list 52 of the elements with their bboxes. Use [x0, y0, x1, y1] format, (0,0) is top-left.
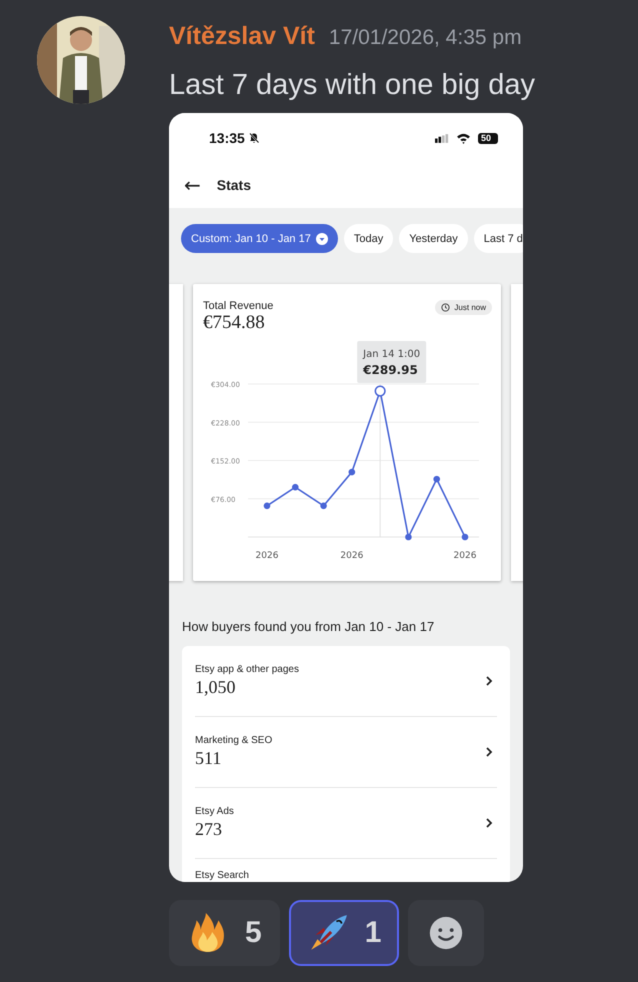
x-tick-label: 2026 — [340, 551, 364, 561]
card-title: Total Revenue — [203, 300, 274, 312]
author-name[interactable]: Vítězslav Vít — [169, 22, 315, 51]
data-point[interactable] — [348, 468, 356, 476]
screenshot-attachment[interactable] — [169, 113, 523, 882]
dropdown-icon — [316, 232, 328, 244]
data-point[interactable] — [462, 534, 468, 540]
source-label: Etsy Search — [195, 870, 249, 881]
status-time: 13:35 — [209, 130, 245, 146]
clock-icon — [441, 303, 450, 312]
reaction-count: 5 — [245, 916, 262, 950]
signal-icon — [434, 134, 449, 142]
screen-title: Stats — [216, 177, 251, 193]
wifi-icon — [456, 132, 471, 144]
battery-indicator: 50 — [478, 132, 498, 144]
chevron-right-icon — [485, 746, 493, 758]
traffic-source-row[interactable]: Etsy Ads 273 — [195, 788, 497, 859]
date-filter-chip[interactable]: Yesterday — [399, 224, 468, 253]
source-label: Etsy app & other pages — [195, 664, 299, 675]
data-point[interactable] — [264, 502, 270, 510]
chevron-right-icon — [485, 817, 493, 829]
chevron-right-icon — [485, 675, 493, 687]
date-filter-chip[interactable]: Custom: Jan 10 - Jan 17 — [181, 224, 338, 253]
source-label: Etsy Ads — [195, 806, 234, 817]
message-text: Last 7 days with one big day — [169, 69, 536, 102]
timestamp: 17/01/2026, 4:35 pm — [328, 26, 522, 50]
source-count: 511 — [195, 748, 222, 769]
data-point[interactable] — [374, 386, 386, 397]
chart-tooltip: Jan 14 1:00 €289.95 — [357, 341, 426, 383]
x-tick-label: 2026 — [454, 551, 476, 561]
add-reaction-button[interactable] — [408, 900, 484, 966]
revenue-amount: €754.88 — [203, 312, 266, 334]
source-count: 1,050 — [195, 677, 236, 698]
data-point[interactable] — [433, 476, 440, 482]
date-filter-chip[interactable]: Last 7 d — [474, 224, 523, 253]
traffic-source-row[interactable]: Etsy app & other pages 1,050 — [195, 646, 497, 717]
reaction-button[interactable]: 1 — [288, 900, 400, 966]
source-label: Marketing & SEO — [195, 735, 272, 746]
traffic-source-row[interactable]: Marketing & SEO 511 — [195, 717, 497, 788]
data-point[interactable] — [405, 534, 412, 540]
data-point[interactable] — [292, 484, 299, 490]
bell-muted-icon — [248, 132, 260, 144]
reaction-count: 1 — [364, 916, 382, 950]
traffic-source-row[interactable]: Etsy Search — [195, 859, 497, 882]
x-tick-label: 2026 — [256, 551, 278, 561]
data-point[interactable] — [320, 502, 327, 510]
badge-text: Just now — [454, 303, 486, 312]
date-filter-chip[interactable]: Today — [344, 224, 394, 253]
reaction-button[interactable]: 5 — [169, 900, 280, 966]
back-button[interactable]: ← — [184, 175, 201, 195]
source-count: 273 — [195, 819, 223, 840]
section-title: How buyers found you from Jan 10 - Jan 17 — [181, 618, 436, 634]
